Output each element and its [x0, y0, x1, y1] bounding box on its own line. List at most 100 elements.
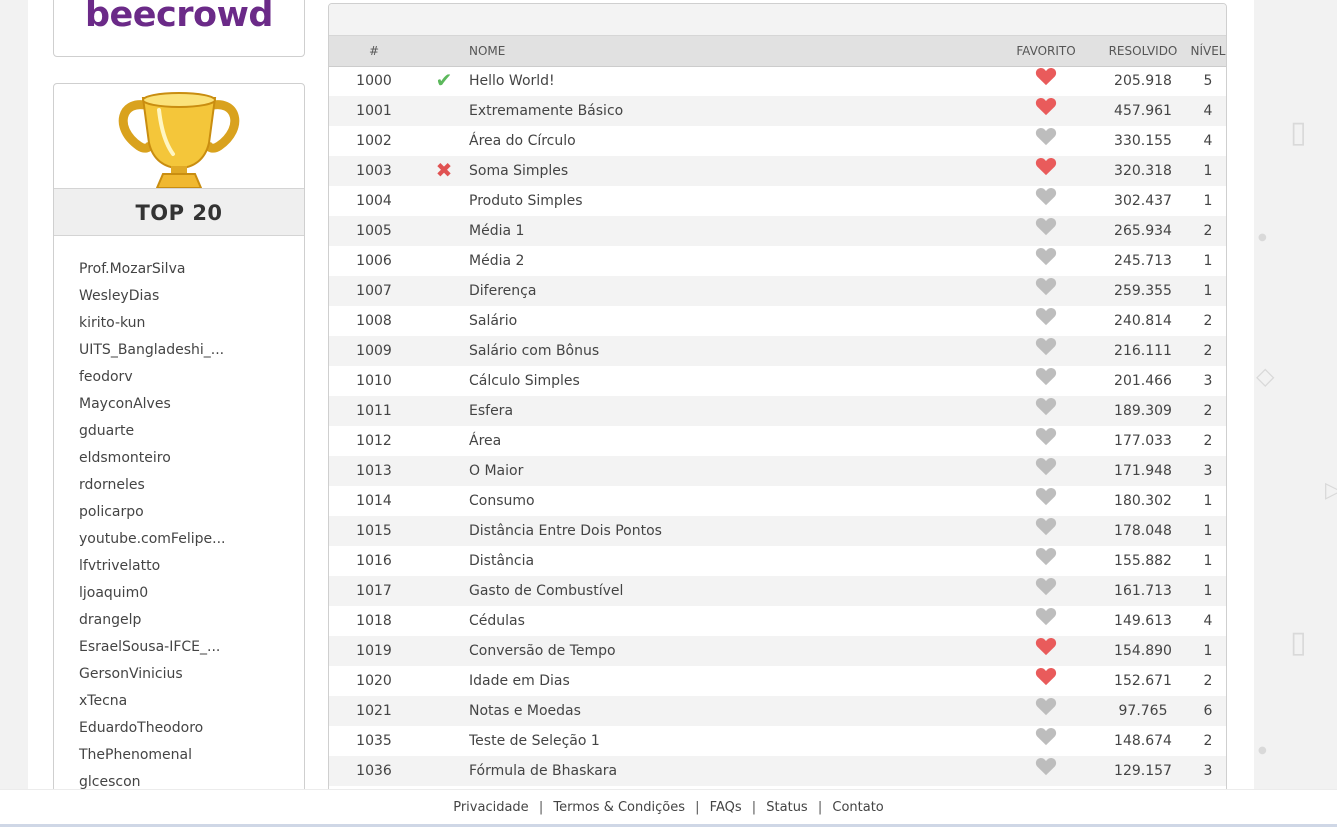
top20-user-link[interactable]: ThePhenomenal — [79, 743, 304, 770]
table-row[interactable]: 1013 O Maior 171.948 3 — [329, 456, 1226, 486]
problem-id[interactable]: 1036 — [329, 756, 419, 786]
problem-name-link[interactable]: Soma Simples — [469, 156, 994, 186]
table-row[interactable]: 1015 Distância Entre Dois Pontos 178.048 1 — [329, 516, 1226, 546]
heart-outline-icon[interactable] — [1035, 457, 1057, 476]
heart-outline-icon[interactable] — [1035, 127, 1057, 146]
problem-name-link[interactable]: Idade em Dias — [469, 666, 994, 696]
problem-name-link[interactable]: Conversão de Tempo — [469, 636, 994, 666]
table-row[interactable]: 1010 Cálculo Simples 201.466 3 — [329, 366, 1226, 396]
top20-user-link[interactable]: Prof.MozarSilva — [79, 257, 304, 284]
problem-id[interactable]: 1005 — [329, 216, 419, 246]
problem-name-link[interactable]: Produto Simples — [469, 186, 994, 216]
problem-id[interactable]: 1009 — [329, 336, 419, 366]
problem-name-link[interactable]: Teste de Seleção 1 — [469, 726, 994, 756]
heart-outline-icon[interactable] — [1035, 517, 1057, 536]
problem-id[interactable]: 1018 — [329, 606, 419, 636]
problem-name-link[interactable]: Cédulas — [469, 606, 994, 636]
problem-id[interactable]: 1021 — [329, 696, 419, 726]
problem-name-link[interactable]: Diferença — [469, 276, 994, 306]
problem-name-link[interactable]: Área do Círculo — [469, 126, 994, 156]
col-level-header[interactable]: NÍVEL — [1188, 36, 1226, 67]
problem-id[interactable]: 1015 — [329, 516, 419, 546]
problem-id[interactable]: 1002 — [329, 126, 419, 156]
top20-user-link[interactable]: kirito-kun — [79, 311, 304, 338]
heart-outline-icon[interactable] — [1035, 427, 1057, 446]
problem-name-link[interactable]: Área — [469, 426, 994, 456]
heart-outline-icon[interactable] — [1035, 277, 1057, 296]
problem-name-link[interactable]: Consumo — [469, 486, 994, 516]
table-row[interactable]: 1008 Salário 240.814 2 — [329, 306, 1226, 336]
logo[interactable]: beecrowd — [54, 0, 304, 39]
table-row[interactable]: 1006 Média 2 245.713 1 — [329, 246, 1226, 276]
table-row[interactable]: 1002 Área do Círculo 330.155 4 — [329, 126, 1226, 156]
problem-name-link[interactable]: Extremamente Básico — [469, 96, 994, 126]
top20-user-link[interactable]: xTecna — [79, 689, 304, 716]
problem-name-link[interactable]: Salário — [469, 306, 994, 336]
table-row[interactable]: 1004 Produto Simples 302.437 1 — [329, 186, 1226, 216]
top20-user-link[interactable]: lfvtrivelatto — [79, 554, 304, 581]
table-row[interactable]: 1020 Idade em Dias 152.671 2 — [329, 666, 1226, 696]
top20-user-link[interactable]: drangelp — [79, 608, 304, 635]
top20-user-link[interactable]: UITS_Bangladeshi_... — [79, 338, 304, 365]
table-row[interactable]: 1017 Gasto de Combustível 161.713 1 — [329, 576, 1226, 606]
logo-box[interactable]: beecrowd — [53, 0, 305, 57]
problem-name-link[interactable]: Distância — [469, 546, 994, 576]
heart-outline-icon[interactable] — [1035, 697, 1057, 716]
problem-name-link[interactable]: Gasto de Combustível — [469, 576, 994, 606]
problem-name-link[interactable]: Fórmula de Bhaskara — [469, 756, 994, 786]
problem-id[interactable]: 1010 — [329, 366, 419, 396]
top20-user-link[interactable]: ljoaquim0 — [79, 581, 304, 608]
top20-user-link[interactable]: EduardoTheodoro — [79, 716, 304, 743]
heart-outline-icon[interactable] — [1035, 547, 1057, 566]
top20-user-link[interactable]: EsraelSousa-IFCE_... — [79, 635, 304, 662]
problem-id[interactable]: 1000 — [329, 66, 419, 96]
top20-user-link[interactable]: eldsmonteiro — [79, 446, 304, 473]
footer-link[interactable]: Privacidade — [447, 800, 534, 815]
table-row[interactable]: 1016 Distância 155.882 1 — [329, 546, 1226, 576]
table-row[interactable]: 1019 Conversão de Tempo 154.890 1 — [329, 636, 1226, 666]
heart-outline-icon[interactable] — [1035, 487, 1057, 506]
footer-link[interactable]: Contato — [826, 800, 889, 815]
heart-outline-icon[interactable] — [1035, 757, 1057, 776]
problem-id[interactable]: 1013 — [329, 456, 419, 486]
top20-user-link[interactable]: policarpo — [79, 500, 304, 527]
problem-name-link[interactable]: Esfera — [469, 396, 994, 426]
table-row[interactable]: 1018 Cédulas 149.613 4 — [329, 606, 1226, 636]
footer-link[interactable]: Status — [760, 800, 813, 815]
table-row[interactable]: 1001 Extremamente Básico 457.961 4 — [329, 96, 1226, 126]
problem-id[interactable]: 1001 — [329, 96, 419, 126]
heart-outline-icon[interactable] — [1035, 397, 1057, 416]
col-id-header[interactable]: # — [329, 36, 419, 67]
heart-outline-icon[interactable] — [1035, 217, 1057, 236]
problem-name-link[interactable]: Hello World! — [469, 66, 994, 96]
table-row[interactable]: 1021 Notas e Moedas 97.765 6 — [329, 696, 1226, 726]
problem-id[interactable]: 1020 — [329, 666, 419, 696]
top20-user-link[interactable]: rdorneles — [79, 473, 304, 500]
heart-outline-icon[interactable] — [1035, 187, 1057, 206]
heart-outline-icon[interactable] — [1035, 307, 1057, 326]
problem-name-link[interactable]: Cálculo Simples — [469, 366, 994, 396]
problem-name-link[interactable]: Salário com Bônus — [469, 336, 994, 366]
problem-id[interactable]: 1004 — [329, 186, 419, 216]
top20-user-link[interactable]: MayconAlves — [79, 392, 304, 419]
heart-filled-icon[interactable] — [1035, 157, 1057, 176]
problem-name-link[interactable]: Média 2 — [469, 246, 994, 276]
problem-id[interactable]: 1016 — [329, 546, 419, 576]
col-solved-header[interactable]: RESOLVIDO — [1098, 36, 1188, 67]
col-favorite-header[interactable]: FAVORITO — [994, 36, 1098, 67]
heart-filled-icon[interactable] — [1035, 67, 1057, 86]
heart-outline-icon[interactable] — [1035, 727, 1057, 746]
problem-id[interactable]: 1006 — [329, 246, 419, 276]
problem-name-link[interactable]: Média 1 — [469, 216, 994, 246]
problem-id[interactable]: 1003 — [329, 156, 419, 186]
problem-name-link[interactable]: Notas e Moedas — [469, 696, 994, 726]
problem-name-link[interactable]: O Maior — [469, 456, 994, 486]
top20-user-link[interactable]: WesleyDias — [79, 284, 304, 311]
heart-filled-icon[interactable] — [1035, 667, 1057, 686]
table-row[interactable]: 1000 ✔ Hello World! 205.918 5 — [329, 66, 1226, 96]
table-row[interactable]: 1005 Média 1 265.934 2 — [329, 216, 1226, 246]
problem-name-link[interactable]: Distância Entre Dois Pontos — [469, 516, 994, 546]
table-row[interactable]: 1014 Consumo 180.302 1 — [329, 486, 1226, 516]
table-row[interactable]: 1011 Esfera 189.309 2 — [329, 396, 1226, 426]
problem-id[interactable]: 1019 — [329, 636, 419, 666]
